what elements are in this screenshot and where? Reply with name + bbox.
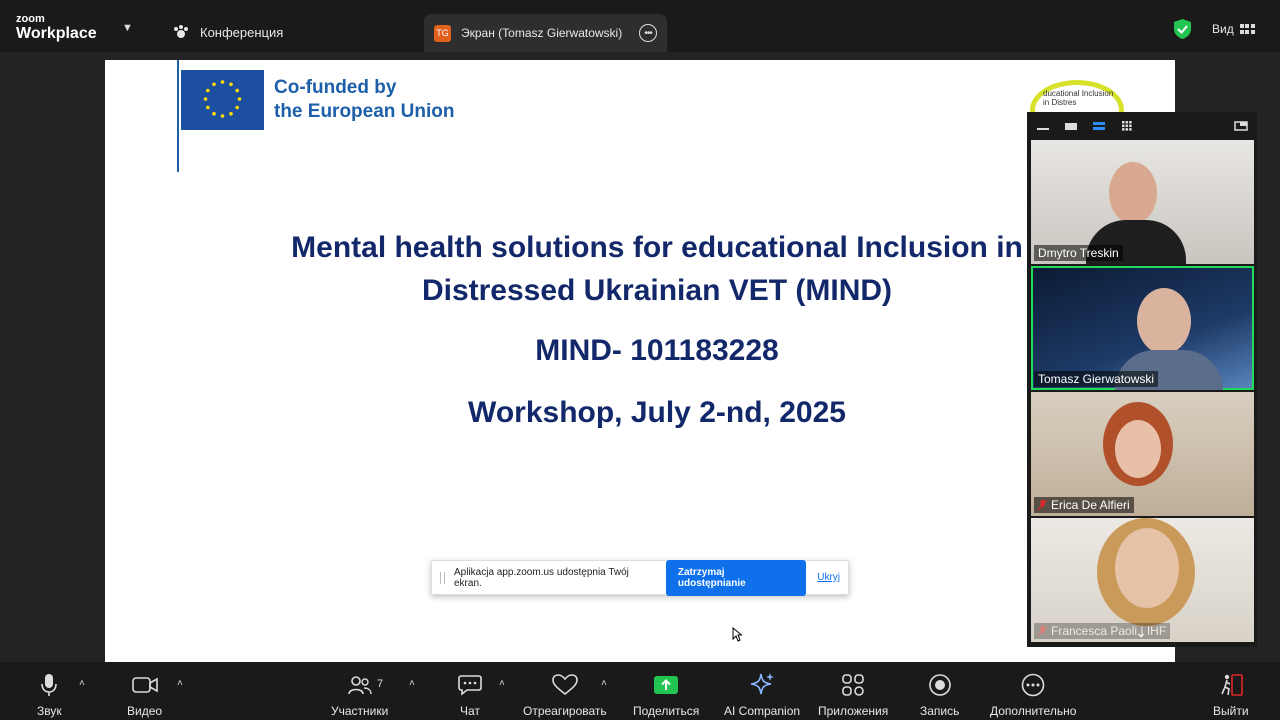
scroll-down-chevron-icon[interactable]: ⌄: [1135, 624, 1147, 641]
eu-text-line2: the European Union: [274, 101, 455, 122]
participant-video: [1137, 288, 1191, 354]
chat-options-caret-icon[interactable]: ˄: [499, 678, 505, 689]
participant-name-label: Tomasz Gierwatowski: [1034, 371, 1159, 387]
participants-count: 7: [377, 678, 384, 690]
minimize-icon[interactable]: [1036, 121, 1050, 131]
speaker-view-icon[interactable]: [1064, 121, 1078, 131]
video-tile[interactable]: Dmytro Treskin: [1031, 140, 1254, 264]
participant-gallery: Dmytro Treskin Tomasz Gierwatowski Erica…: [1027, 112, 1257, 647]
logo-big-text: Workplace: [16, 25, 97, 42]
exit-fullscreen-icon[interactable]: [1234, 121, 1248, 131]
participant-video: [1115, 420, 1161, 478]
zoom-workplace-logo[interactable]: zoom Workplace: [16, 14, 97, 42]
slide-title-line2: Distressed Ukrainian VET (MIND): [421, 274, 893, 307]
presenter-avatar: TG: [434, 24, 451, 42]
chat-button[interactable]: Чат: [458, 672, 482, 718]
audio-options-caret-icon[interactable]: ˄: [79, 678, 85, 689]
participants-paw-icon: [174, 25, 188, 38]
screen-share-tab[interactable]: TG Экран (Tomasz Gierwatowski) •••: [424, 14, 667, 52]
react-options-caret-icon[interactable]: ˄: [601, 678, 607, 689]
muted-microphone-icon: [1038, 625, 1047, 636]
video-camera-icon: [131, 677, 158, 693]
meeting-label: Конференция: [200, 24, 284, 40]
video-tile-active-speaker[interactable]: Tomasz Gierwatowski: [1031, 266, 1254, 390]
participant-name-label: Francesca Paoli | IHF: [1034, 623, 1171, 639]
view-label: Вид: [1212, 22, 1234, 36]
apps-icon: [842, 674, 864, 696]
slide-title: Mental health solutions for educational …: [105, 226, 1175, 312]
apps-button[interactable]: Приложения: [818, 672, 888, 718]
screen-sharing-notice: Aplikacja app.zoom.us udostępnia Twój ek…: [431, 559, 849, 596]
participant-name: Dmytro Treskin: [1038, 246, 1119, 260]
partner-logo-text: ducational Inclusion in Distres: [1043, 89, 1114, 107]
muted-microphone-icon: [1038, 499, 1047, 510]
sharing-message: Aplikacja app.zoom.us udostępnia Twój ek…: [453, 566, 629, 589]
video-label: Видео: [127, 704, 163, 718]
heart-icon: [552, 674, 578, 696]
video-button[interactable]: Видео: [127, 672, 162, 718]
strip-view-icon[interactable]: [1092, 121, 1106, 131]
participants-icon: [347, 676, 372, 695]
participant-name-label: Dmytro Treskin: [1034, 245, 1123, 261]
microphone-icon: [41, 674, 58, 696]
audio-button[interactable]: Звук: [37, 672, 62, 718]
mouse-cursor-icon: [732, 627, 742, 642]
workshop-date: Workshop, July 2-nd, 2025: [468, 396, 846, 429]
project-code: MIND- 101183228: [535, 334, 779, 367]
react-label: Отреагировать: [523, 704, 607, 718]
leave-label: Выйти: [1213, 704, 1249, 718]
view-button[interactable]: Вид: [1212, 22, 1255, 36]
leave-door-icon: [1221, 674, 1243, 696]
more-button[interactable]: Дополнительно: [990, 672, 1076, 718]
screen-share-label: Экран (Tomasz Gierwatowski): [461, 26, 623, 40]
audio-label: Звук: [37, 704, 62, 718]
participants-label: Участники: [331, 704, 389, 718]
eu-text-line1: Co-funded by: [274, 77, 397, 98]
participant-video: [1109, 162, 1157, 224]
security-shield-icon[interactable]: [1173, 18, 1192, 40]
drag-handle-icon[interactable]: [440, 571, 445, 584]
participant-name-label: Erica De Alfieri: [1034, 497, 1134, 513]
participant-video: [1115, 528, 1179, 608]
participants-options-caret-icon[interactable]: ˄: [409, 678, 415, 689]
record-icon: [928, 674, 951, 696]
record-button[interactable]: Запись: [920, 672, 959, 718]
meeting-info-button[interactable]: Конференция: [172, 24, 283, 40]
meeting-controls-bar: Звук ˄ Видео ˄ Участники 7 ˄ Чат ˄ Отреа…: [0, 662, 1280, 720]
eu-flag-icon: [181, 70, 264, 130]
more-options-icon[interactable]: •••: [639, 24, 657, 42]
react-button[interactable]: Отреагировать: [523, 672, 607, 718]
ai-companion-button[interactable]: AI Companion: [724, 672, 800, 718]
ai-companion-label: AI Companion: [724, 704, 801, 718]
ai-sparkle-icon: [750, 673, 775, 695]
chevron-down-icon[interactable]: ▼: [122, 22, 133, 34]
share-screen-button[interactable]: Поделиться: [633, 672, 699, 718]
participant-name: Tomasz Gierwatowski: [1038, 372, 1155, 386]
grid-view-icon: [1239, 24, 1255, 34]
gallery-toolbar: [1027, 112, 1257, 140]
video-options-caret-icon[interactable]: ˄: [177, 678, 183, 689]
apps-label: Приложения: [818, 704, 889, 718]
more-label: Дополнительно: [990, 704, 1077, 718]
stop-sharing-button[interactable]: Zatrzymaj udostępnianie: [665, 559, 807, 596]
logo-small-text: zoom: [16, 13, 45, 25]
hide-link[interactable]: Ukryj: [817, 572, 840, 583]
share-screen-icon: [654, 676, 679, 694]
chat-bubble-icon: [458, 675, 482, 696]
participant-name: Erica De Alfieri: [1051, 498, 1130, 512]
share-label: Поделиться: [633, 704, 700, 718]
participant-name: Francesca Paoli | IHF: [1051, 624, 1167, 638]
video-tile[interactable]: Erica De Alfieri: [1031, 392, 1254, 516]
eu-divider-line: [177, 60, 179, 172]
slide-title-line1: Mental health solutions for educational …: [291, 231, 1023, 264]
grid-view-icon[interactable]: [1120, 121, 1134, 131]
eu-cofunded-text: Co-funded by the European Union: [274, 76, 455, 124]
top-bar: zoom Workplace ▼ Конференция TG Экран (T…: [0, 0, 1280, 52]
record-label: Запись: [920, 704, 960, 718]
more-dots-icon: [1021, 673, 1045, 697]
leave-button[interactable]: Выйти: [1213, 672, 1249, 718]
chat-label: Чат: [460, 704, 480, 718]
